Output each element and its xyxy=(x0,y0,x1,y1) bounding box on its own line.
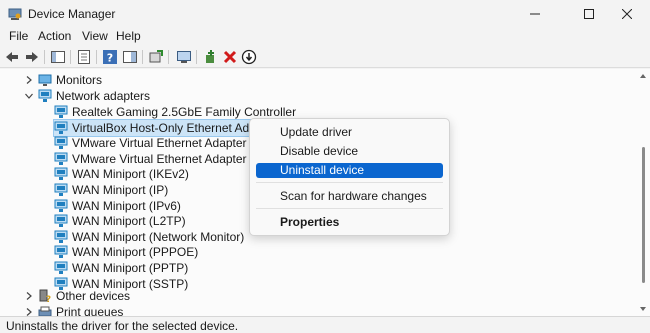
tree-item-label: Realtek Gaming 2.5GbE Family Controller xyxy=(72,105,297,119)
minimize-icon xyxy=(530,13,540,15)
network-adapter-icon xyxy=(54,121,68,134)
forward-icon[interactable] xyxy=(24,49,40,65)
uninstall-device-item[interactable]: Uninstall device xyxy=(256,163,443,178)
tree-item-label: WAN Miniport (IPv6) xyxy=(72,198,181,213)
svg-text:?: ? xyxy=(107,52,113,65)
toolbar: ? xyxy=(0,46,650,68)
menu-file[interactable]: File xyxy=(5,29,32,43)
tree-item-label: Network adapters xyxy=(56,89,151,103)
tree-item-label: WAN Miniport (IP) xyxy=(72,183,169,197)
menu-action[interactable]: Action xyxy=(34,29,75,43)
properties-item[interactable]: Properties xyxy=(256,215,443,230)
status-bar: Uninstalls the driver for the selected d… xyxy=(0,316,650,333)
tree-item-monitors[interactable]: Monitors xyxy=(38,72,102,88)
monitor-icon xyxy=(38,74,52,86)
toolbar-separator xyxy=(196,50,197,64)
tree-item-label: WAN Miniport (IKEv2) xyxy=(72,167,189,182)
tree-item-adapter[interactable]: WAN Miniport (L2TP) xyxy=(54,213,186,229)
close-button[interactable] xyxy=(604,0,650,28)
add-driver-icon[interactable] xyxy=(203,49,219,65)
window-title: Device Manager xyxy=(28,7,116,21)
tree-item-label: Print queues xyxy=(56,305,124,316)
network-adapter-icon xyxy=(54,245,68,259)
minimize-button[interactable] xyxy=(512,0,558,28)
toolbar-separator xyxy=(70,50,71,64)
menu-separator xyxy=(256,182,443,183)
tree-item-adapter[interactable]: WAN Miniport (Network Monitor) xyxy=(54,229,244,245)
menu-help[interactable]: Help xyxy=(112,29,145,43)
tree-item-label: WAN Miniport (L2TP) xyxy=(72,214,186,229)
uninstall-device-icon[interactable] xyxy=(222,49,238,65)
menu-separator xyxy=(256,208,443,209)
tree-item-adapter[interactable]: WAN Miniport (IP) xyxy=(54,182,168,198)
tree-item-other-devices[interactable]: ? Other devices xyxy=(38,288,130,304)
toolbar-separator xyxy=(44,50,45,64)
show-hide-tree-icon[interactable] xyxy=(50,49,66,65)
update-driver-item[interactable]: Update driver xyxy=(256,125,443,140)
toolbar-separator xyxy=(96,50,97,64)
network-adapter-icon xyxy=(54,183,68,196)
properties-sheet-icon[interactable] xyxy=(76,49,92,65)
other-devices-icon: ? xyxy=(39,289,51,303)
tree-item-adapter[interactable]: WAN Miniport (IKEv2) xyxy=(54,166,189,182)
disable-device-item[interactable]: Disable device xyxy=(256,144,443,159)
network-adapter-icon xyxy=(54,199,68,212)
menu-bar: File Action View Help xyxy=(0,28,650,46)
expand-chevron-icon[interactable] xyxy=(24,75,34,85)
tree-item-label: WAN Miniport (Network Monitor) xyxy=(72,229,245,244)
scroll-up-icon[interactable] xyxy=(639,72,647,80)
tree-item-network-adapters[interactable]: Network adapters xyxy=(38,88,150,104)
collapse-chevron-icon[interactable] xyxy=(24,91,34,101)
context-menu: Update driver Disable device Uninstall d… xyxy=(249,118,450,236)
menu-view[interactable]: View xyxy=(78,29,112,43)
tree-item-label: Monitors xyxy=(56,73,103,87)
expand-chevron-icon[interactable] xyxy=(24,307,34,316)
vertical-scrollbar[interactable] xyxy=(636,69,650,316)
printer-icon xyxy=(38,306,52,316)
back-icon[interactable] xyxy=(4,49,20,65)
network-adapter-icon xyxy=(38,89,52,102)
tree-item-print-queues[interactable]: Print queues xyxy=(38,304,123,316)
tree-item-adapter[interactable]: WAN Miniport (IPv6) xyxy=(54,198,181,214)
maximize-icon xyxy=(584,9,594,19)
tree-item-adapter[interactable]: WAN Miniport (PPPOE) xyxy=(54,244,198,260)
title-bar: Device Manager xyxy=(0,0,650,28)
svg-text:?: ? xyxy=(46,295,51,303)
scan-hardware-icon[interactable] xyxy=(176,49,192,65)
network-adapter-icon xyxy=(54,105,68,118)
scan-hardware-item[interactable]: Scan for hardware changes xyxy=(256,189,443,204)
tree-item-adapter[interactable]: WAN Miniport (PPTP) xyxy=(54,260,188,276)
tree-item-label: Other devices xyxy=(56,289,131,303)
help-icon[interactable]: ? xyxy=(102,49,118,65)
network-adapter-icon xyxy=(54,152,68,165)
close-icon xyxy=(621,8,633,20)
network-adapter-icon xyxy=(54,230,68,243)
device-manager-icon xyxy=(8,8,22,20)
network-adapter-icon xyxy=(54,167,68,181)
toolbar-separator xyxy=(142,50,143,64)
tree-item-adapter[interactable]: VirtualBox Host-Only Ethernet Adapter xyxy=(53,118,277,137)
network-adapter-icon xyxy=(54,261,68,274)
tree-item-label: WAN Miniport (PPTP) xyxy=(72,261,189,275)
scrollbar-thumb[interactable] xyxy=(642,147,645,283)
tree-item-label: WAN Miniport (PPPOE) xyxy=(72,245,199,260)
tree-item-label: VirtualBox Host-Only Ethernet Adapter xyxy=(72,120,277,135)
action-pane-icon[interactable] xyxy=(122,49,138,65)
update-driver-icon[interactable] xyxy=(148,49,164,65)
disable-device-icon[interactable] xyxy=(241,49,257,65)
status-text: Uninstalls the driver for the selected d… xyxy=(6,319,239,333)
network-adapter-icon xyxy=(54,214,68,228)
toolbar-separator xyxy=(168,50,169,64)
expand-chevron-icon[interactable] xyxy=(24,291,34,301)
network-adapter-icon xyxy=(54,136,68,150)
scroll-down-icon[interactable] xyxy=(639,305,647,313)
